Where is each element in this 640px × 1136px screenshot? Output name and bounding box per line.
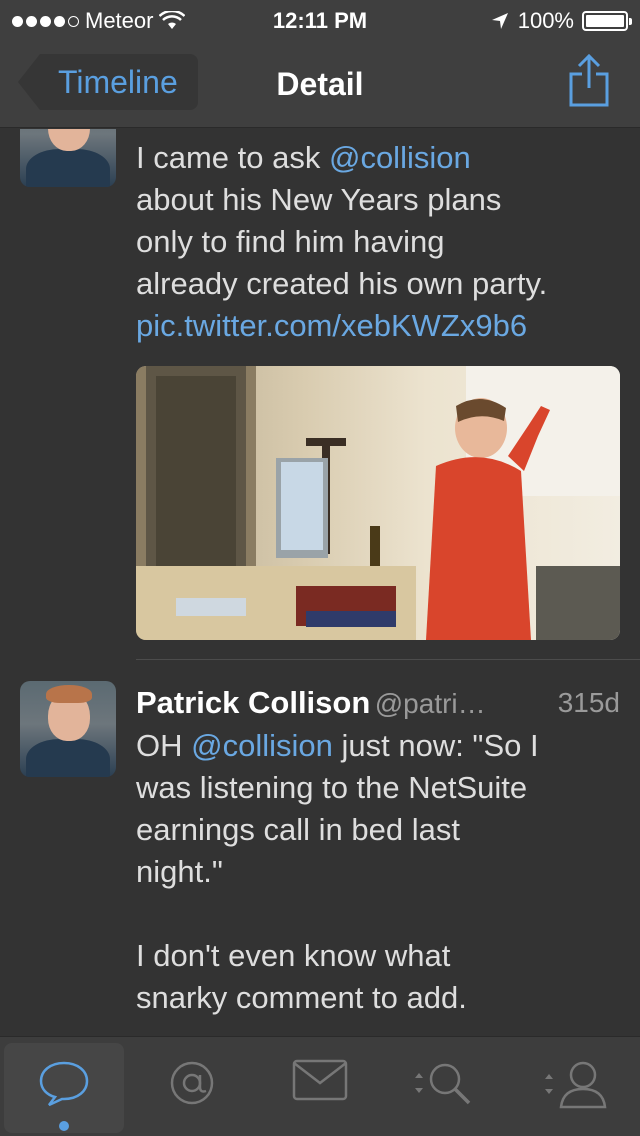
url-link[interactable]: pic.twitter.com/xebKWZx9b6 [136,308,527,343]
tweet-timestamp: 315d [557,687,620,718]
mention-link[interactable]: @collision [329,140,471,175]
battery-icon [582,11,632,31]
author-handle[interactable]: @patri… [375,688,486,719]
search-icon [415,1063,471,1105]
tab-messages[interactable] [260,1043,380,1133]
tweet-text-span: I don't even know what [136,938,451,973]
tweet-line: I came to ask @collision [136,137,626,179]
tweet-text-span: already created his own party. [136,266,548,301]
tweet-text-span: OH [136,728,192,763]
share-icon[interactable] [568,52,610,108]
status-bar: Meteor 12:11 PM 100% [0,0,640,40]
tweet-line: snarky comment to add. [136,977,626,1019]
tweet-divider [136,659,640,660]
battery-percent: 100% [517,8,574,33]
envelope-icon [292,1059,348,1101]
status-right-group: 100% [490,8,632,34]
avatar[interactable] [20,129,116,187]
tweet-text-span: I came to ask [136,140,329,175]
at-sign-icon [170,1061,214,1105]
author-name[interactable]: Patrick Collison [136,685,370,720]
tweet-line: was listening to the NetSuite [136,767,626,809]
tweet-line: earnings call in bed last [136,809,626,851]
tweet-text-span: snarky comment to add. [136,980,467,1015]
tab-timeline[interactable] [4,1043,124,1133]
tab-bar [0,1036,640,1136]
tweet-text-span: just now: "So I [332,728,539,763]
page-title: Detail [276,66,364,102]
tweet-line: I don't even know what [136,935,626,977]
tab-profile[interactable] [516,1043,636,1133]
tab-mentions[interactable] [132,1043,252,1133]
tweet-line: pic.twitter.com/xebKWZx9b6 [136,305,626,347]
tweet-line: already created his own party. [136,263,626,305]
tweet-text-span: only to find him having [136,224,445,259]
speech-bubble-icon [39,1061,89,1107]
tweet-line [136,893,626,935]
active-indicator [59,1121,69,1131]
tweet-text: I came to ask @collision about his New Ye… [136,137,626,347]
tweet-photo[interactable] [136,366,620,640]
tweet-text: OH @collision just now: "So Iwas listeni… [136,725,626,1019]
tweet-detail-content: I came to ask @collision about his New Ye… [0,129,640,1036]
tweet-line: OH @collision just now: "So I [136,725,626,767]
navigation-bar: Timeline Detail [0,40,640,128]
mention-link[interactable]: @collision [191,728,333,763]
location-arrow-icon [491,13,508,29]
tweet-line: only to find him having [136,221,626,263]
tweet-text-span: earnings call in bed last [136,812,460,847]
tweet-line: night." [136,851,626,893]
avatar[interactable] [20,681,116,777]
user-icon [545,1061,607,1109]
photo-image [136,366,620,640]
tweet-header: Patrick Collison @patri… 315d [136,685,626,725]
tweet-text-span: about his New Years plans [136,182,502,217]
tweet-line: about his New Years plans [136,179,626,221]
tweet-text-span: was listening to the NetSuite [136,770,528,805]
tweet-text-span: night." [136,854,223,889]
tab-search[interactable] [384,1043,504,1133]
